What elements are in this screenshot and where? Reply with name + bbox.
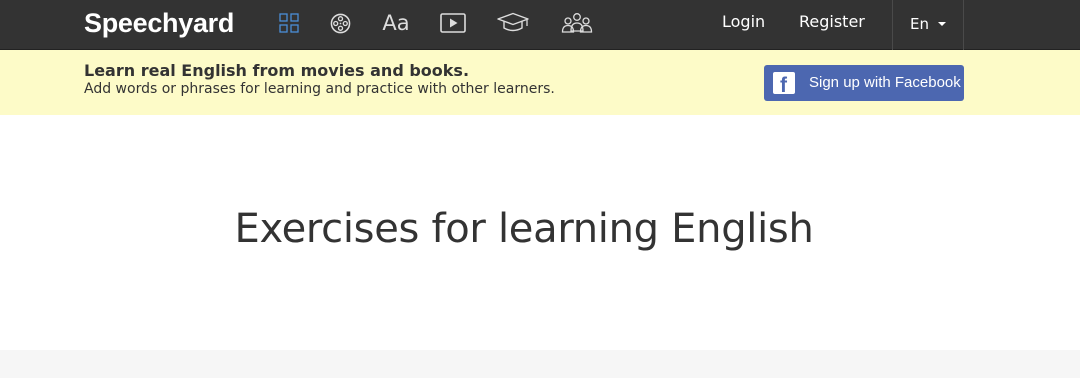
page-title: Exercises for learning English [234, 206, 814, 252]
logo[interactable]: Speechyard [84, 6, 234, 40]
users-group-icon[interactable] [561, 10, 593, 36]
language-label: En [910, 15, 929, 33]
film-reel-icon[interactable] [329, 10, 351, 36]
font-aa-icon[interactable]: Aa [381, 10, 411, 36]
language-dropdown[interactable]: En [892, 0, 964, 50]
caret-down-icon [938, 22, 946, 26]
facebook-signup-button[interactable]: f Sign up with Facebook [764, 65, 964, 101]
promo-banner: Learn real English from movies and books… [0, 50, 1080, 115]
content-section-divider [0, 350, 1080, 378]
facebook-icon: f [773, 72, 795, 94]
register-link[interactable]: Register [799, 12, 865, 32]
login-link[interactable]: Login [722, 12, 765, 32]
facebook-signup-label: Sign up with Facebook [809, 74, 961, 91]
font-aa-label: Aa [382, 11, 410, 35]
top-navbar: Speechyard Aa Login Register En [0, 0, 1080, 50]
banner-title: Learn real English from movies and books… [84, 61, 470, 80]
grid-icon[interactable] [278, 10, 300, 36]
banner-subtitle: Add words or phrases for learning and pr… [84, 81, 555, 97]
play-video-icon[interactable] [440, 10, 466, 36]
graduation-cap-icon[interactable] [496, 10, 530, 36]
